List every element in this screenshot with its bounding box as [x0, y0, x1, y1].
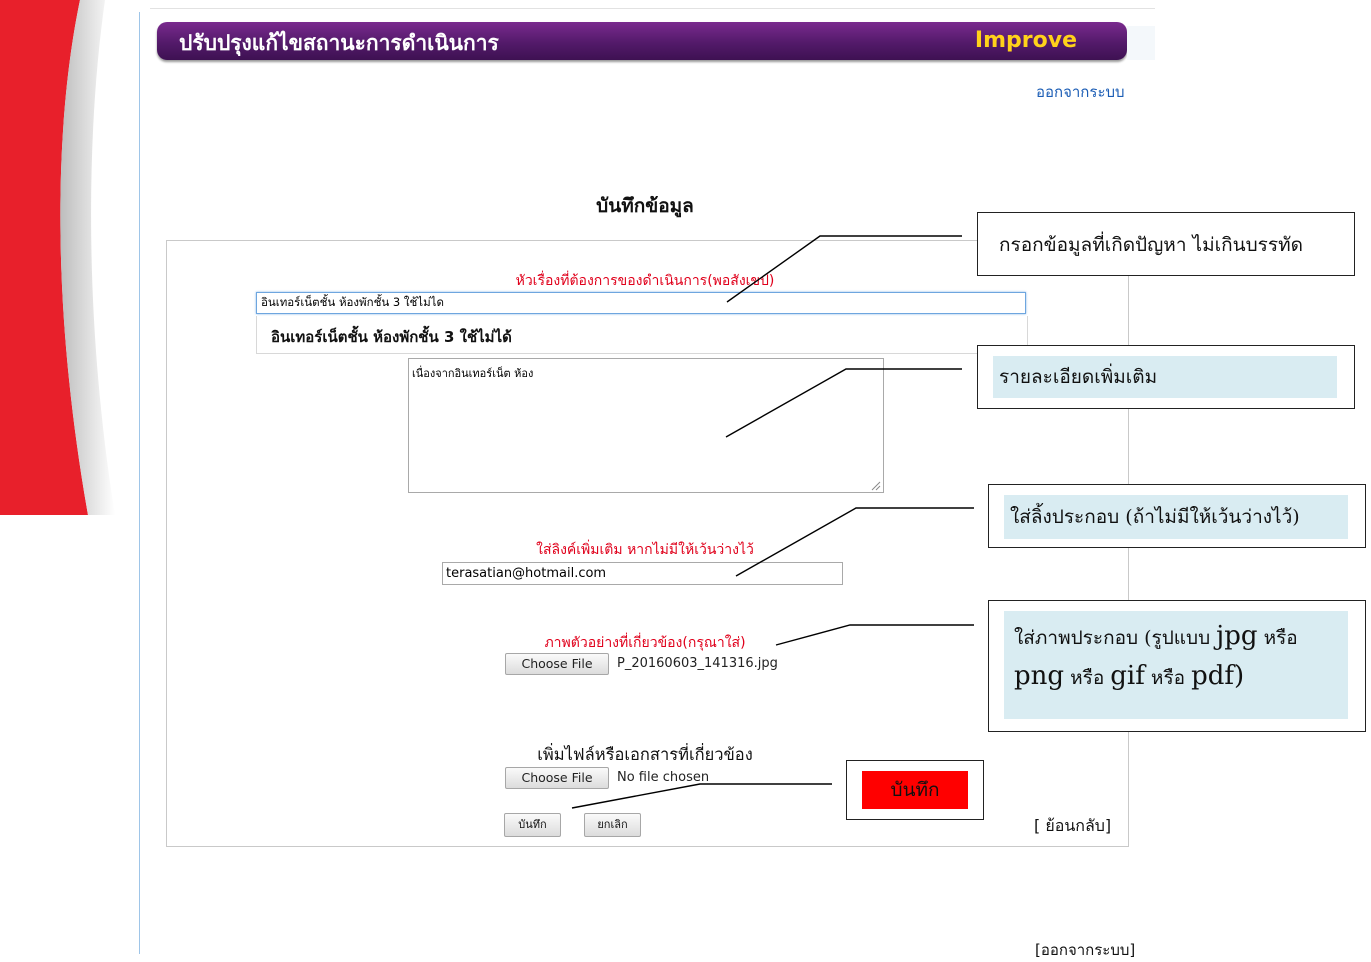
callout-image-part1: ใส่ภาพประกอบ (รูปแบบ: [1014, 627, 1211, 649]
back-link[interactable]: [ ย้อนกลับ]: [1034, 814, 1111, 839]
subject-label: หัวเรื่องที่ต้องการของดำเนินการ(พอสังเขป…: [515, 273, 775, 289]
page-title: ปรับปรุงแก้ไขสถานะการดำเนินการ: [179, 31, 499, 55]
callout-image-jpg: jpg: [1216, 621, 1258, 651]
callout-detail-text: รายละเอียดเพิ่มเติม: [993, 356, 1337, 398]
cancel-button[interactable]: ยกเลิก: [584, 813, 641, 837]
page-title-english: Improve: [974, 28, 1077, 53]
callout-image-part4: หรือ: [1150, 667, 1186, 689]
callout-save-text: บันทึก: [862, 771, 968, 809]
image-file-name: P_20160603_141316.jpg: [617, 656, 778, 671]
top-divider: [150, 8, 1155, 9]
logout-link-bottom[interactable]: [ออกจากระบบ]: [1035, 938, 1135, 962]
resize-grip-icon[interactable]: [870, 480, 881, 491]
link-label: ใส่ลิงค์เพิ่มเติม หากไม่มีให้เว้นว่างไว้: [536, 542, 754, 558]
callout-image-gif: gif: [1110, 661, 1145, 691]
callout-image-part2: หรือ: [1263, 627, 1298, 649]
attachment-file-name: No file chosen: [617, 770, 710, 785]
left-decoration: [0, 0, 140, 515]
image-label: ภาพตัวอย่างที่เกี่ยวข้อง(กรุณาใส่): [544, 635, 746, 651]
detail-textarea[interactable]: [408, 358, 884, 493]
save-button[interactable]: บันทึก: [504, 813, 561, 837]
logout-link-top[interactable]: ออกจากระบบ: [1036, 80, 1125, 104]
title-bar-accent: [1127, 26, 1155, 60]
form-heading: บันทึกข้อมูล: [596, 195, 694, 217]
subject-input[interactable]: [256, 292, 1026, 314]
callout-image-pdf: pdf): [1191, 661, 1245, 691]
suggestion-text: อินเทอร์เน็ตชั้น ห้องพักชั้น 3 ใช้ไม่ได้: [271, 328, 512, 346]
image-choose-file-button[interactable]: Choose File: [505, 653, 609, 675]
callout-link: ใส่ลิ้งประกอบ (ถ้าไม่มีให้เว้นว่างไว้): [988, 484, 1366, 548]
callout-detail: รายละเอียดเพิ่มเติม: [977, 345, 1355, 409]
callout-image: ใส่ภาพประกอบ (รูปแบบ jpg หรือ png หรือ g…: [988, 600, 1366, 732]
callout-save: บันทึก: [846, 760, 984, 820]
callout-link-text: ใส่ลิ้งประกอบ (ถ้าไม่มีให้เว้นว่างไว้): [1004, 495, 1348, 539]
autocomplete-suggestion[interactable]: อินเทอร์เน็ตชั้น ห้องพักชั้น 3 ใช้ไม่ได้: [256, 316, 1028, 354]
callout-subject-text: กรอกข้อมูลที่เกิดปัญหา ไม่เกินบรรทัด: [993, 224, 1337, 267]
callout-image-part3: หรือ: [1070, 667, 1105, 689]
callout-image-text: ใส่ภาพประกอบ (รูปแบบ jpg หรือ png หรือ g…: [1004, 611, 1348, 719]
page-left-border: [139, 12, 140, 954]
callout-subject: กรอกข้อมูลที่เกิดปัญหา ไม่เกินบรรทัด: [977, 212, 1355, 276]
attachment-label: เพิ่มไฟล์หรือเอกสารที่เกี่ยวข้อง: [537, 745, 753, 764]
title-bar: ปรับปรุงแก้ไขสถานะการดำเนินการ Improve: [157, 22, 1127, 60]
attachment-choose-file-button[interactable]: Choose File: [505, 767, 609, 789]
callout-image-png: png: [1014, 661, 1065, 691]
link-input[interactable]: [442, 562, 843, 585]
